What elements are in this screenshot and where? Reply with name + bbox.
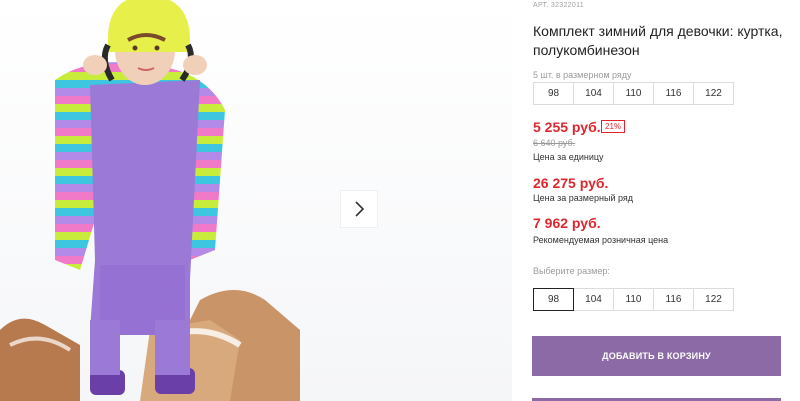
size-selector: 98 104 110 116 122	[533, 288, 734, 311]
size-option[interactable]: 104	[573, 288, 614, 311]
pack-size-cell: 110	[613, 82, 654, 105]
product-info-panel: АРТ. 32322011 Комплект зимний для девочк…	[513, 0, 800, 401]
retail-price-label: Рекомендуемая розничная цена	[533, 235, 669, 245]
pack-size-cell: 116	[653, 82, 694, 105]
chevron-right-icon	[355, 201, 365, 217]
add-to-cart-button[interactable]: ДОБАВИТЬ В КОРЗИНУ	[532, 336, 781, 376]
range-price-label: Цена за размерный ряд	[533, 193, 634, 203]
retail-price: 7 962 руб.	[533, 215, 601, 231]
choose-size-label: Выберите размер:	[533, 266, 610, 276]
pack-size-cell: 98	[533, 82, 574, 105]
next-image-button[interactable]	[340, 190, 378, 228]
old-price: 6 640 руб.	[533, 138, 576, 148]
size-option[interactable]: 116	[653, 288, 694, 311]
pack-size-cell: 104	[573, 82, 614, 105]
product-gallery	[0, 0, 512, 401]
product-title: Комплект зимний для девочки: куртка, пол…	[533, 23, 783, 58]
pack-size-cell: 122	[693, 82, 734, 105]
size-option-selected[interactable]: 98	[533, 288, 574, 311]
product-photo	[0, 0, 512, 401]
pack-note: 5 шт. в размерном ряду	[533, 70, 632, 80]
size-option[interactable]: 110	[613, 288, 654, 311]
product-article: АРТ. 32322011	[533, 2, 584, 9]
unit-price: 5 255 руб.	[533, 119, 601, 135]
range-price: 26 275 руб.	[533, 175, 609, 191]
size-option[interactable]: 122	[693, 288, 734, 311]
pack-sizes-row: 98 104 110 116 122	[533, 82, 734, 105]
discount-badge: 21%	[601, 120, 626, 133]
unit-price-label: Цена за единицу	[533, 152, 604, 162]
